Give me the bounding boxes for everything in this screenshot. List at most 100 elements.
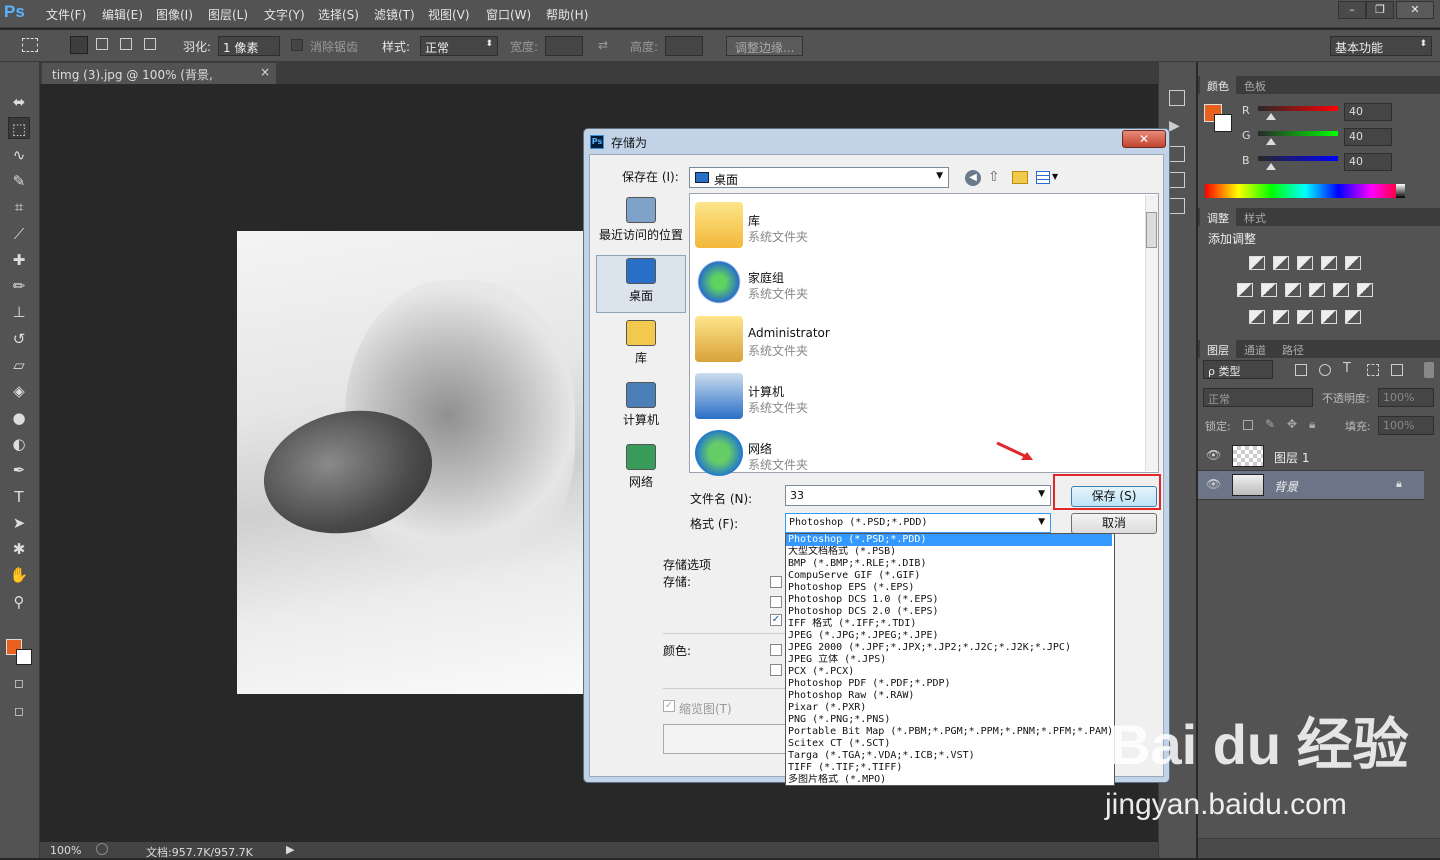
place-network[interactable]: 网络	[596, 442, 686, 502]
black-white-icon[interactable]	[1285, 283, 1301, 297]
chevron-down-icon[interactable]: ▼	[1052, 172, 1058, 181]
visibility-eye-icon[interactable]: 👁︎	[1206, 477, 1221, 491]
brush-tool-icon[interactable]: ✏	[8, 275, 30, 297]
format-option[interactable]: BMP (*.BMP;*.RLE;*.DIB)	[786, 558, 1112, 570]
menu-item[interactable]: 文字(Y)	[264, 6, 305, 23]
format-option[interactable]: Scitex CT (*.SCT)	[786, 738, 1112, 750]
menu-item[interactable]: 图像(I)	[156, 6, 193, 23]
lock-transparent-icon[interactable]	[1243, 420, 1253, 430]
intersect-selection-icon[interactable]	[144, 38, 156, 50]
pen-tool-icon[interactable]: ✒	[8, 459, 30, 481]
tab-channels[interactable]: 通道	[1237, 340, 1273, 358]
place-library[interactable]: 库	[596, 318, 686, 378]
thumbnail-checkbox[interactable]: ✓	[663, 700, 675, 712]
cancel-button[interactable]: 取消	[1071, 513, 1157, 534]
screen-mode-icon[interactable]: ◻	[8, 700, 30, 722]
black-white-ramp[interactable]	[1396, 184, 1405, 198]
store-option-checkbox-checked[interactable]: ✓	[770, 614, 782, 626]
clone-stamp-icon[interactable]: ⊥	[8, 301, 30, 323]
exposure-icon[interactable]	[1321, 256, 1337, 270]
blend-mode-select[interactable]: 正常	[1203, 388, 1313, 407]
move-tool-icon[interactable]: ⬌	[8, 91, 30, 113]
brush-preset-icon[interactable]	[1169, 198, 1185, 214]
shape-tool-icon[interactable]: ✱	[8, 538, 30, 560]
scrollbar-thumb[interactable]	[1146, 212, 1157, 248]
tab-paths[interactable]: 路径	[1275, 340, 1311, 358]
format-option[interactable]: IFF 格式 (*.IFF;*.TDI)	[786, 618, 1112, 630]
format-option[interactable]: Photoshop EPS (*.EPS)	[786, 582, 1112, 594]
history-icon[interactable]	[1169, 90, 1185, 106]
tab-color[interactable]: 颜色	[1200, 76, 1236, 94]
info-icon[interactable]	[1169, 146, 1185, 162]
tab-layers[interactable]: 图层	[1200, 340, 1236, 358]
dodge-tool-icon[interactable]: ◐	[8, 433, 30, 455]
slider-handle-icon[interactable]	[1266, 113, 1276, 120]
paint-bucket-icon[interactable]: ◈	[8, 380, 30, 402]
antialias-checkbox[interactable]	[291, 39, 303, 51]
format-option[interactable]: Portable Bit Map (*.PBM;*.PGM;*.PPM;*.PN…	[786, 726, 1112, 738]
format-option[interactable]: 多图片格式 (*.MPO)	[786, 774, 1112, 786]
filter-adjust-icon[interactable]	[1319, 364, 1331, 376]
format-option[interactable]: TIFF (*.TIF;*.TIFF)	[786, 762, 1112, 774]
layer-row[interactable]: 👁︎ 背景 🔒︎	[1198, 471, 1424, 500]
new-folder-icon[interactable]	[1012, 171, 1028, 184]
format-select[interactable]: Photoshop (*.PSD;*.PDD) ▼	[785, 513, 1051, 533]
file-item[interactable]: 家庭组 系统文件夹	[695, 259, 1095, 313]
filter-pixel-icon[interactable]	[1295, 364, 1307, 376]
format-option[interactable]: Photoshop PDF (*.PDF;*.PDP)	[786, 678, 1112, 690]
swap-icon[interactable]: ⇄	[598, 38, 608, 52]
invert-icon[interactable]	[1249, 310, 1265, 324]
close-window-button[interactable]: ✕	[1396, 1, 1434, 19]
actions-play-icon[interactable]: ▶	[1169, 118, 1180, 134]
format-option[interactable]: PNG (*.PNG;*.PNS)	[786, 714, 1112, 726]
format-option[interactable]: Photoshop DCS 2.0 (*.EPS)	[786, 606, 1112, 618]
type-tool-icon[interactable]: T	[8, 486, 30, 508]
levels-icon[interactable]	[1273, 256, 1289, 270]
menu-item[interactable]: 帮助(H)	[546, 6, 588, 23]
tab-styles[interactable]: 样式	[1237, 208, 1273, 226]
opacity-input[interactable]: 100%	[1378, 388, 1434, 407]
filter-smart-icon[interactable]	[1391, 364, 1403, 376]
layer-name[interactable]: 图层 1	[1274, 449, 1309, 466]
zoom-level[interactable]: 100%	[50, 844, 81, 857]
eyedropper-icon[interactable]: ⟋	[8, 223, 30, 245]
background-color-swatch[interactable]	[16, 649, 32, 665]
menu-item[interactable]: 文件(F)	[46, 6, 86, 23]
add-selection-icon[interactable]	[96, 38, 108, 50]
save-in-select[interactable]: 桌面 ▼	[689, 167, 949, 188]
curves-icon[interactable]	[1297, 256, 1313, 270]
tab-adjustments[interactable]: 调整	[1200, 208, 1236, 226]
status-icon[interactable]	[96, 843, 108, 855]
gradient-map-icon[interactable]	[1345, 310, 1361, 324]
menu-item[interactable]: 编辑(E)	[102, 6, 143, 23]
layer-name[interactable]: 背景	[1274, 478, 1298, 495]
zoom-tool-icon[interactable]: ⚲	[8, 591, 30, 613]
format-option[interactable]: Photoshop DCS 1.0 (*.EPS)	[786, 594, 1112, 606]
file-item[interactable]: Administrator 系统文件夹	[695, 316, 1095, 370]
blur-tool-icon[interactable]: ●	[8, 407, 30, 429]
menu-item[interactable]: 图层(L)	[208, 6, 248, 23]
lock-paint-icon[interactable]: ✎	[1265, 417, 1275, 431]
color-option-checkbox[interactable]	[770, 644, 782, 656]
color-spectrum[interactable]	[1205, 184, 1405, 198]
style-select[interactable]: 正常 ⬍	[420, 36, 498, 56]
posterize-icon[interactable]	[1273, 310, 1289, 324]
threshold-icon[interactable]	[1297, 310, 1313, 324]
dialog-close-button[interactable]: ✕	[1122, 130, 1166, 148]
refine-edge-button[interactable]: 调整边缘...	[726, 36, 804, 56]
format-option[interactable]: Photoshop Raw (*.RAW)	[786, 690, 1112, 702]
visibility-eye-icon[interactable]: 👁︎	[1206, 448, 1221, 462]
menu-item[interactable]: 窗口(W)	[486, 6, 531, 23]
lock-move-icon[interactable]: ✥	[1287, 417, 1297, 431]
back-icon[interactable]: ◀	[965, 170, 981, 186]
path-select-icon[interactable]: ➤	[8, 512, 30, 534]
workspace-select[interactable]: 基本功能 ⬍	[1330, 36, 1432, 56]
document-tab[interactable]: timg (3).jpg @ 100% (背景, RGB/8#) *×	[42, 63, 276, 97]
eraser-icon[interactable]: ▱	[8, 354, 30, 376]
vibrance-icon[interactable]	[1345, 256, 1361, 270]
width-input[interactable]	[545, 36, 583, 56]
place-recent-places[interactable]: 最近访问的位置	[596, 195, 686, 255]
format-option[interactable]: 大型文档格式 (*.PSB)	[786, 546, 1112, 558]
maximize-button[interactable]: ❐	[1366, 1, 1394, 19]
menu-item[interactable]: 视图(V)	[428, 6, 470, 23]
